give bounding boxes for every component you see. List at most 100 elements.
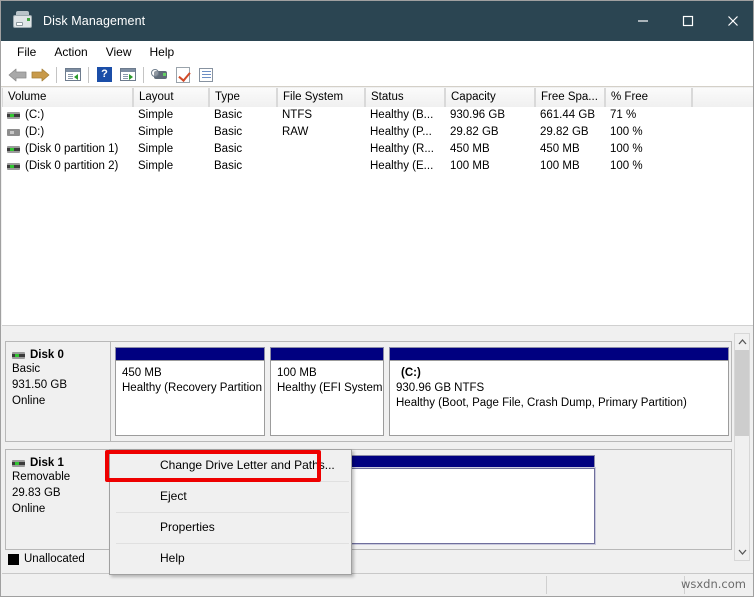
minimize-button[interactable]: [620, 1, 665, 41]
volume-drive-icon-green: [7, 146, 20, 153]
cell-status: Healthy (B...: [370, 109, 434, 121]
volume-drive-icon-gray: [7, 129, 20, 136]
cell-free_space: 29.82 GB: [540, 126, 589, 138]
cell-capacity: 450 MB: [450, 143, 490, 155]
check-disk-icon[interactable]: [171, 64, 194, 86]
menu-help[interactable]: Help: [141, 43, 184, 61]
disk-drive-icon: [12, 459, 25, 467]
scrollbar-thumb[interactable]: [735, 350, 749, 436]
cell-volume: (Disk 0 partition 1): [25, 143, 119, 155]
cell-capacity: 100 MB: [450, 160, 490, 172]
partition-details: 100 MB Healthy (EFI System: [270, 360, 384, 436]
show-console-tree-icon[interactable]: [116, 64, 139, 86]
window-title: Disk Management: [43, 14, 146, 28]
partition-strip: 450 MB Healthy (Recovery Partition 100 MB H…: [111, 342, 733, 441]
scroll-down-arrow-icon[interactable]: [735, 544, 749, 560]
context-menu: Change Drive Letter and Paths... Eject Pro…: [109, 449, 352, 575]
rescan-disks-icon[interactable]: [148, 64, 171, 86]
maximize-button[interactable]: [665, 1, 710, 41]
partition-status: Healthy (Boot, Page File, Crash Dump, Pr…: [396, 397, 687, 409]
disk-state-label: Online: [12, 395, 46, 407]
partition-size-fs: 450 MB: [122, 367, 162, 379]
cell-percent_free: 100 %: [610, 126, 643, 138]
cell-percent_free: 100 %: [610, 143, 643, 155]
volume-list[interactable]: (C:) Simple Basic NTFS Healthy (B... 930.96 G…: [2, 107, 753, 325]
column-header[interactable]: Status: [365, 88, 445, 107]
disk-name-label: Disk 1: [30, 457, 64, 469]
disk-state-label: Online: [12, 503, 46, 515]
close-button[interactable]: [710, 1, 753, 41]
cell-capacity: 29.82 GB: [450, 126, 499, 138]
partition-block[interactable]: 100 MB Healthy (EFI System: [270, 347, 384, 436]
partition-color-bar: [115, 347, 265, 360]
column-header[interactable]: Layout: [133, 88, 209, 107]
disk-size-label: 29.83 GB: [12, 487, 61, 499]
cell-file_system: RAW: [282, 126, 309, 138]
column-header[interactable]: Volume: [2, 88, 133, 107]
status-bar: wsxdn.com: [2, 573, 753, 595]
window-controls: [620, 1, 753, 41]
help-glyph: ?: [97, 67, 112, 82]
toolbar-separator: [56, 66, 57, 83]
disk-name-label: Disk 0: [30, 349, 64, 361]
status-divider: [546, 576, 547, 594]
legend-label: Unallocated: [24, 553, 85, 565]
cell-status: Healthy (E...: [370, 160, 434, 172]
column-header[interactable]: Free Spa...: [535, 88, 605, 107]
up-one-level-icon[interactable]: [61, 64, 84, 86]
cell-file_system: [282, 141, 364, 158]
volume-drive-icon-green: [7, 163, 20, 170]
partition-size-fs: 930.96 GB NTFS: [396, 382, 485, 394]
context-menu-item[interactable]: Eject: [110, 481, 351, 512]
menu-view[interactable]: View: [97, 43, 141, 61]
cell-file_system: NTFS: [282, 109, 313, 121]
table-row[interactable]: (C:) Simple Basic NTFS Healthy (B... 930.96 G…: [2, 107, 753, 124]
scroll-up-arrow-icon[interactable]: [735, 334, 749, 350]
disk-info-panel[interactable]: Disk 0 Basic 931.50 GB Online: [6, 342, 111, 441]
legend-swatch: [8, 553, 19, 565]
disk-size-label: 931.50 GB: [12, 379, 67, 391]
disk-row: Disk 0 Basic 931.50 GB Online 450 MB Healthy …: [5, 341, 732, 442]
menu-action[interactable]: Action: [45, 43, 96, 61]
disk-type-label: Basic: [12, 363, 41, 375]
cell-status: Healthy (P...: [370, 126, 432, 138]
menu-bar: File Action View Help: [1, 41, 753, 63]
back-arrow-icon[interactable]: [6, 64, 29, 86]
partition-block[interactable]: (C:) 930.96 GB NTFS Healthy (Boot, Page Fi…: [389, 347, 729, 436]
partition-details: 450 MB Healthy (Recovery Partition: [115, 360, 265, 436]
column-header[interactable]: Type: [209, 88, 277, 107]
cell-type: Basic: [214, 126, 243, 138]
column-header[interactable]: Capacity: [445, 88, 535, 107]
table-row[interactable]: (Disk 0 partition 1) Simple Basic Healthy (…: [2, 141, 753, 158]
menu-file[interactable]: File: [8, 43, 45, 61]
column-header[interactable]: File System: [277, 88, 365, 107]
disk-drive-icon: [12, 10, 34, 32]
context-menu-item[interactable]: Change Drive Letter and Paths...: [110, 450, 351, 481]
cell-status: Healthy (R...: [370, 143, 434, 155]
context-menu-item[interactable]: Help: [110, 543, 351, 574]
partition-volume-label: (C:): [401, 367, 421, 379]
disk-info-panel[interactable]: Disk 1 Removable 29.83 GB Online: [6, 450, 111, 549]
properties-icon[interactable]: [194, 64, 217, 86]
context-menu-item[interactable]: Properties: [110, 512, 351, 543]
column-header[interactable]: % Free: [605, 88, 692, 107]
cell-percent_free: 100 %: [610, 160, 643, 172]
partition-block[interactable]: 450 MB Healthy (Recovery Partition: [115, 347, 265, 436]
table-row[interactable]: (D:) Simple Basic RAW Healthy (P... 29.82 GB 2…: [2, 124, 753, 141]
toolbar-separator: [88, 66, 89, 83]
toolbar: ?: [1, 63, 753, 87]
cell-volume: (Disk 0 partition 2): [25, 160, 119, 172]
help-icon[interactable]: ?: [93, 64, 116, 86]
cell-type: Basic: [214, 143, 243, 155]
column-header-filler: [692, 88, 753, 107]
cell-type: Basic: [214, 160, 243, 172]
table-row[interactable]: (Disk 0 partition 2) Simple Basic Healthy (…: [2, 158, 753, 175]
cell-layout: Simple: [138, 109, 174, 121]
partition-color-bar: [270, 347, 384, 360]
partition-size-fs: 100 MB: [277, 367, 317, 379]
cell-layout: Simple: [138, 126, 174, 138]
forward-arrow-icon[interactable]: [29, 64, 52, 86]
cell-layout: Simple: [138, 143, 174, 155]
toolbar-separator: [143, 66, 144, 83]
graphical-view-scrollbar[interactable]: [734, 333, 750, 561]
